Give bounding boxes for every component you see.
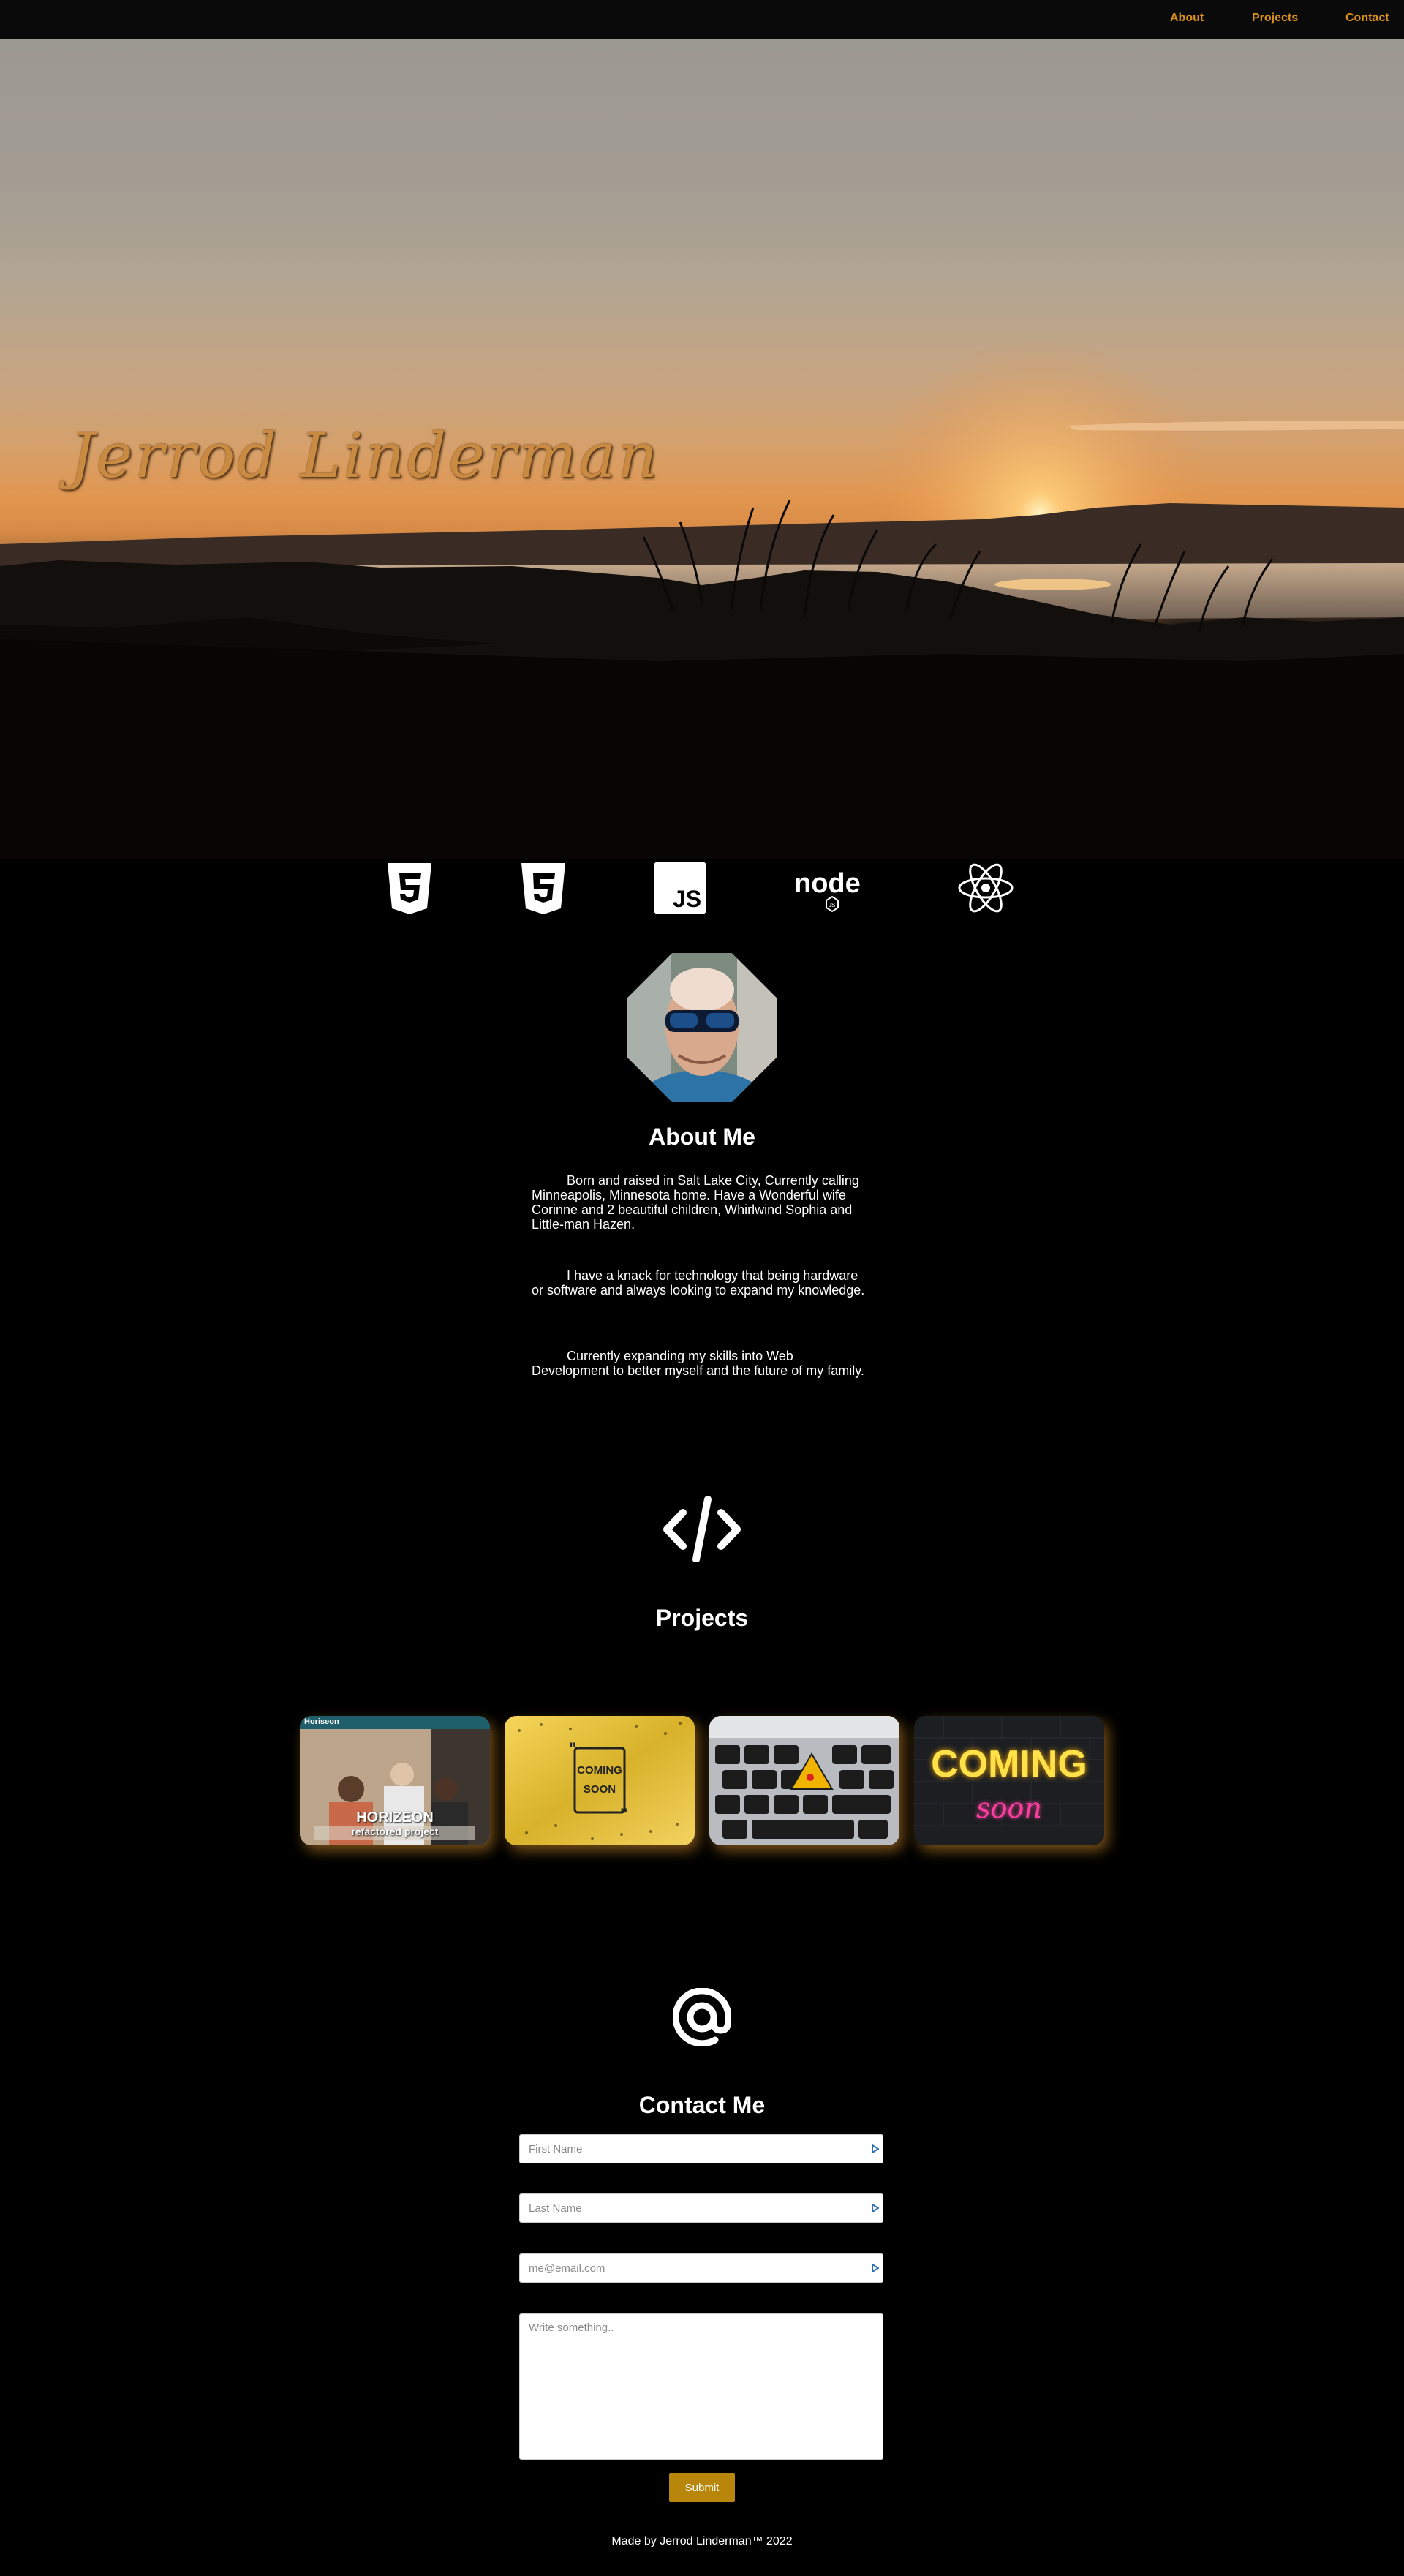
project-subtitle: refactored project: [351, 1826, 439, 1837]
project-card-horiseon[interactable]: Horiseon HORIZEON refactored project: [300, 1716, 490, 1845]
nav-contact-link[interactable]: Contact: [1346, 12, 1389, 25]
css3-icon: [516, 860, 571, 916]
autofill-icon: [872, 2264, 879, 2272]
footer-text: Made by Jerrod Linderman™ 2022: [611, 2535, 793, 2547]
svg-text:node: node: [794, 868, 861, 899]
project-brand: Horiseon: [304, 1717, 339, 1726]
svg-text:JS: JS: [829, 902, 835, 908]
top-nav: About Projects Contact: [0, 0, 1404, 39]
project-card-coming-soon-2[interactable]: COMING soon: [914, 1716, 1104, 1845]
nav-about-link[interactable]: About: [1170, 12, 1204, 25]
svg-text:JS: JS: [673, 886, 701, 912]
nav-projects-link[interactable]: Projects: [1252, 12, 1298, 25]
at-sign-icon: [672, 1987, 732, 2047]
project-title: COMING: [577, 1764, 622, 1777]
project-card-keyboard[interactable]: [709, 1716, 899, 1845]
project-title: COMING: [931, 1743, 1087, 1785]
about-paragraph-1: Born and raised in Salt Lake City, Curre…: [532, 1173, 859, 1232]
code-icon: [663, 1496, 741, 1563]
message-textarea[interactable]: [519, 2313, 883, 2460]
contact-heading: Contact Me: [638, 2092, 766, 2118]
autofill-icon: [872, 2144, 879, 2153]
hero-title: Jerrod Linderman: [69, 420, 660, 492]
project-title: HORIZEON: [356, 1809, 434, 1826]
about-paragraph-2: I have a knack for technology that being…: [532, 1268, 865, 1298]
email-input[interactable]: [519, 2253, 883, 2283]
about-heading: About Me: [649, 1123, 755, 1150]
last-name-input[interactable]: [519, 2193, 883, 2223]
project-subtitle: SOON: [583, 1783, 616, 1796]
projects-heading: Projects: [655, 1605, 749, 1631]
profile-photo: [627, 953, 777, 1102]
javascript-icon: JS: [652, 860, 708, 916]
submit-button[interactable]: Submit: [669, 2473, 735, 2502]
autofill-icon: [872, 2204, 879, 2212]
svg-text:": ": [620, 1805, 627, 1823]
html5-icon: [382, 860, 437, 916]
react-icon: [956, 860, 1015, 916]
project-card-coming-soon-1[interactable]: " " COMING SOON: [505, 1716, 695, 1845]
about-paragraph-3: Currently expanding my skills into Web D…: [532, 1349, 864, 1378]
svg-text:": ": [569, 1739, 576, 1758]
nodejs-icon: node JS: [788, 860, 876, 916]
hero-banner: Jerrod Linderman: [0, 39, 1404, 859]
project-subtitle: soon: [976, 1792, 1042, 1824]
first-name-input[interactable]: [519, 2134, 883, 2163]
